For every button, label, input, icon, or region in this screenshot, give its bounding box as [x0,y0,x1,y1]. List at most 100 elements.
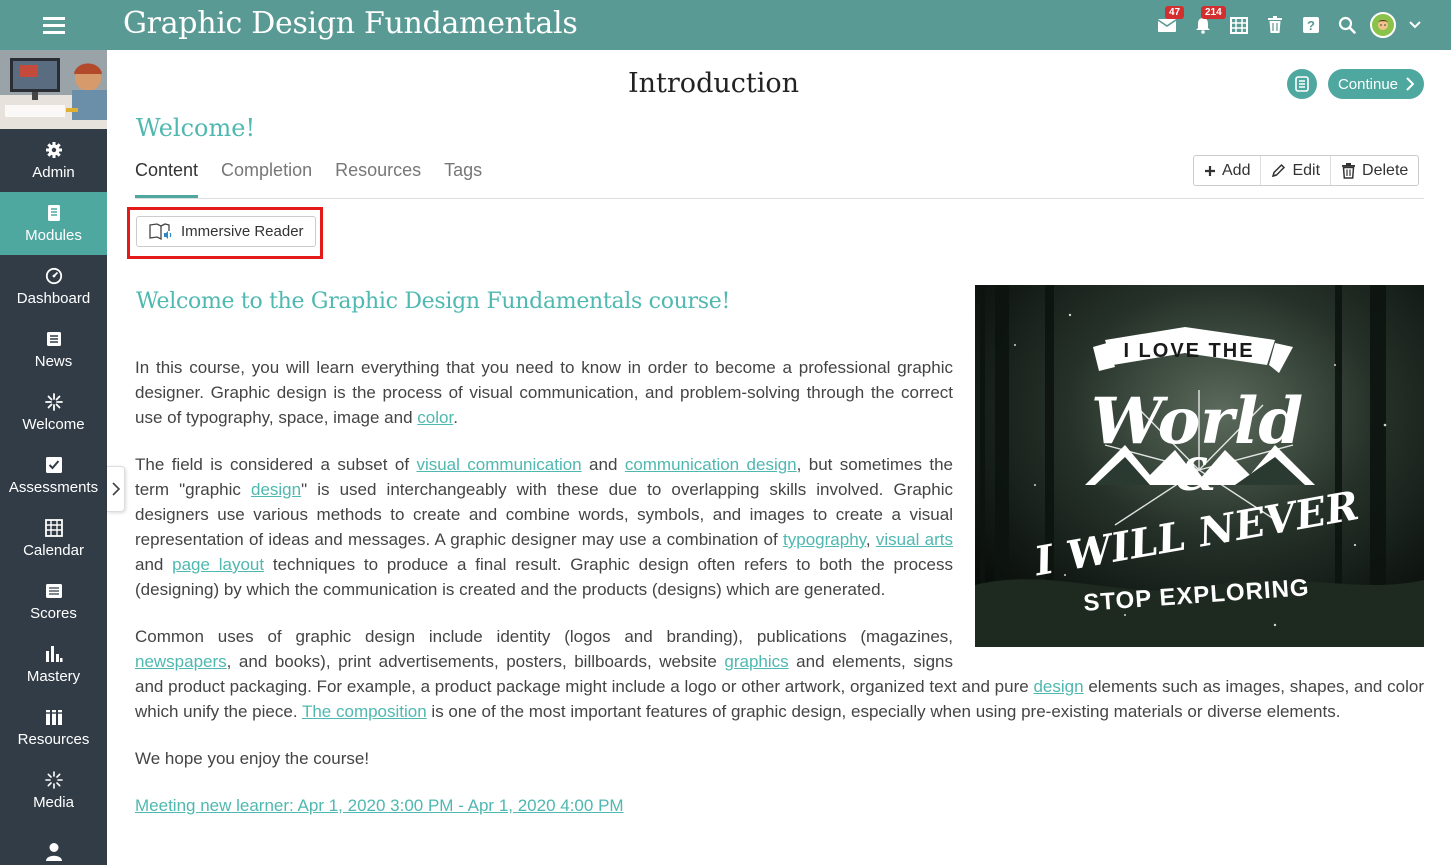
sidebar-item-news[interactable]: News [0,318,107,381]
sidebar-item-label: Welcome [22,416,85,433]
content-heading: Welcome to the Graphic Design Fundamenta… [136,289,730,314]
media-icon [44,770,63,790]
top-bar: Graphic Design Fundamentals 47 214 ? [0,0,1451,50]
paragraph-text: is one of the most important features of… [426,702,1341,721]
sidebar-item-media[interactable]: Media [0,759,107,822]
tab-resources[interactable]: Resources [335,152,421,198]
paragraph-text: . [453,408,458,427]
sidebar-item-label: Mastery [26,668,81,685]
avatar [1370,12,1396,38]
section-title: Welcome! [136,114,256,142]
sidebar-item-label: News [34,353,73,370]
visual-arts-link[interactable]: visual arts [876,530,953,549]
sidebar-item-label: Media [33,794,74,811]
help-icon: ? [1303,17,1319,33]
sidebar-item-calendar[interactable]: Calendar [0,507,107,570]
sidebar: Admin Modules Dashboard News Welcome Assessme… [0,50,107,865]
user-icon [45,842,63,862]
paragraph-text: Common uses of graphic design include id… [135,627,953,646]
design-link[interactable]: design [251,480,301,499]
messages-badge: 47 [1165,6,1185,19]
continue-label: Continue [1337,75,1399,93]
page-layout-link[interactable]: page layout [172,555,264,574]
composition-link[interactable]: The composition [302,702,427,721]
paragraph-4: We hope you enjoy the course! [135,749,370,768]
edit-button[interactable]: Edit [1261,156,1332,185]
mail-icon [1157,19,1177,32]
user-face-icon [1378,20,1388,30]
tabs-divider [135,198,1424,199]
content-body: I LOVE THE World & I WILL NEVER STOP EXP… [135,285,1424,840]
chevron-right-icon [1406,77,1415,91]
sidebar-item-profile[interactable] [0,822,107,865]
chevron-right-icon [111,482,120,496]
add-button[interactable]: Add [1194,156,1262,185]
color-link[interactable]: color [417,408,453,427]
checkbox-icon [45,455,63,475]
svg-text:?: ? [1307,18,1315,33]
communication-design-link[interactable]: communication design [625,455,797,474]
messages-button[interactable]: 47 [1149,0,1185,50]
pencil-icon [1272,163,1286,178]
menu-toggle-button[interactable] [0,0,107,50]
sidebar-items: Admin Modules Dashboard News Welcome Assessme… [0,129,107,865]
hero-text-line2: World [1091,384,1303,459]
sidebar-item-mastery[interactable]: Mastery [0,633,107,696]
sidebar-item-label: Assessments [8,479,99,496]
graphics-link[interactable]: graphics [724,652,788,671]
continue-button[interactable]: Continue [1328,69,1424,99]
hero-text-line3: & [1177,450,1217,501]
calendar-button[interactable] [1221,0,1257,50]
sidebar-item-label: Dashboard [16,290,91,307]
reader-view-button[interactable] [1287,69,1317,99]
dashboard-icon [45,266,63,286]
paragraph-text: , and books), print advertisements, post… [226,652,725,671]
sidebar-item-label: Admin [32,164,75,181]
course-thumbnail[interactable] [0,50,107,129]
tab-completion[interactable]: Completion [221,152,312,198]
meeting-link[interactable]: Meeting new learner: Apr 1, 2020 3:00 PM… [135,796,624,815]
sidebar-item-label: Scores [30,605,77,622]
sidebar-collapse-button[interactable] [107,466,125,512]
design-link[interactable]: design [1033,677,1083,696]
newspapers-link[interactable]: newspapers [135,652,227,671]
chevron-down-icon [1409,21,1421,29]
hero-image: I LOVE THE World & I WILL NEVER STOP EXP… [975,285,1424,647]
document-icon [1295,76,1309,92]
visual-communication-link[interactable]: visual communication [416,455,581,474]
action-buttons: Add Edit Delete [1193,155,1420,186]
sidebar-item-label: Resources [17,731,90,748]
tab-content[interactable]: Content [135,152,199,198]
sidebar-item-resources[interactable]: Resources [0,696,107,759]
sidebar-item-scores[interactable]: Scores [0,570,107,633]
sidebar-item-assessments[interactable]: Assessments [0,444,107,507]
trash-icon [1342,162,1356,179]
scores-icon [45,581,63,601]
trash-button[interactable] [1257,0,1293,50]
sidebar-item-label: Modules [25,227,82,244]
typography-link[interactable]: typography [783,530,866,549]
profile-menu-toggle[interactable] [1401,0,1429,50]
tab-tags[interactable]: Tags [444,152,482,198]
notifications-button[interactable]: 214 [1185,0,1226,50]
gear-icon [45,140,63,160]
hamburger-icon [42,23,65,27]
sidebar-item-modules[interactable]: Modules [0,192,107,255]
sidebar-item-admin[interactable]: Admin [0,129,107,192]
delete-label: Delete [1362,161,1409,179]
paragraph-text: The field is considered a subset of [135,455,417,474]
search-button[interactable] [1329,0,1365,50]
paragraph-text: and [135,555,173,574]
sidebar-item-welcome[interactable]: Welcome [0,381,107,444]
add-label: Add [1222,161,1251,179]
profile-button[interactable] [1365,0,1401,50]
hero-text-line1: I LOVE THE [1123,340,1254,362]
immersive-reader-label: Immersive Reader [181,223,304,240]
news-icon [46,329,62,349]
help-button[interactable]: ? [1293,0,1329,50]
delete-button[interactable]: Delete [1331,156,1418,185]
immersive-reader-button[interactable]: Immersive Reader [136,216,316,247]
sidebar-item-dashboard[interactable]: Dashboard [0,255,107,318]
calendar-grid-icon [1230,17,1248,34]
top-icons: 47 214 ? [1149,0,1429,50]
